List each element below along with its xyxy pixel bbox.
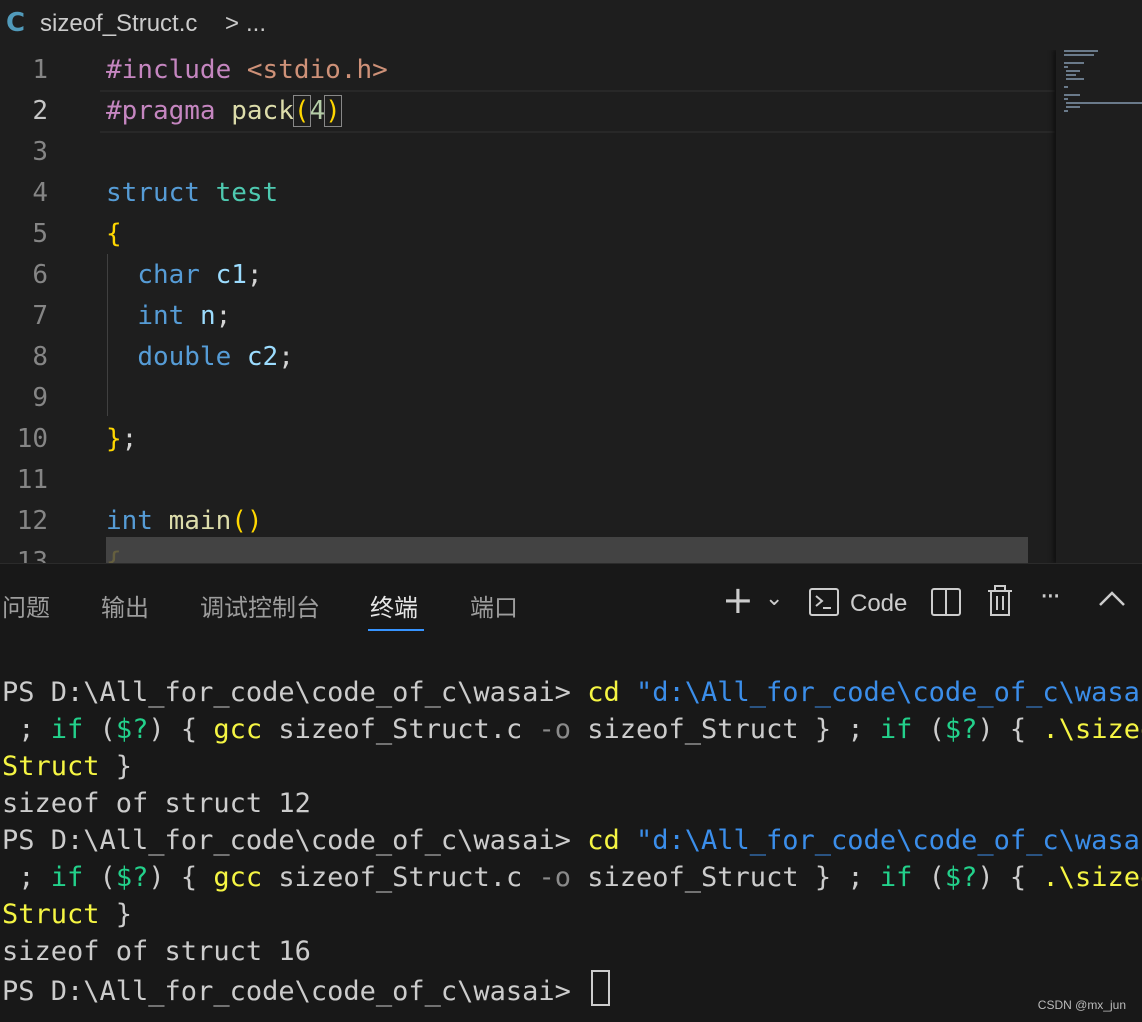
bottom-panel: 问题 输出 调试控制台 终端 端口 + ⌄ Code ··· PS D:\All…	[0, 563, 1142, 1022]
minimap-line	[1064, 94, 1080, 96]
collapse-panel-icon[interactable]	[1098, 590, 1126, 612]
terminal-line: sizeof of struct 12	[2, 788, 311, 819]
terminal-line: Struct }	[2, 899, 133, 930]
code-line[interactable]: 4 struct test	[0, 173, 1056, 214]
line-number: 3	[32, 137, 48, 167]
line-number: 9	[32, 383, 48, 413]
minimap-line	[1066, 106, 1080, 108]
code-text[interactable]: {	[106, 214, 122, 255]
tab-ports[interactable]: 端口	[470, 588, 518, 623]
code-text[interactable]: #pragma pack(4)	[106, 91, 342, 132]
add-terminal-icon[interactable]: +	[722, 578, 754, 622]
code-line[interactable]: 1 #include <stdio.h>	[0, 50, 1056, 91]
code-text[interactable]: int main()	[106, 501, 263, 542]
chevron-right-icon: >	[225, 10, 240, 37]
line-number: 10	[16, 424, 48, 454]
active-tab-indicator	[368, 629, 424, 631]
line-number: 6	[32, 260, 48, 290]
line-number: 4	[32, 178, 48, 208]
terminal-name[interactable]: Code	[850, 590, 907, 618]
code-text[interactable]: int n;	[106, 296, 231, 337]
minimap-line	[1066, 74, 1076, 76]
code-line[interactable]: 3	[0, 132, 1056, 173]
minimap-line	[1064, 66, 1068, 68]
code-text[interactable]: struct test	[106, 173, 278, 214]
minimap-line	[1064, 86, 1068, 88]
terminal-line: ; if ($?) { gcc sizeof_Struct.c -o sizeo…	[2, 862, 1142, 893]
line-number: 2	[32, 96, 48, 126]
code-line[interactable]: 6 char c1;	[0, 255, 1056, 296]
minimap[interactable]	[1056, 50, 1142, 563]
line-number: 1	[32, 55, 48, 85]
terminal-line: PS D:\All_for_code\code_of_c\wasai> cd "…	[2, 825, 1142, 856]
code-editor[interactable]: 1 #include <stdio.h> 2 #pragma pack(4) 3…	[0, 50, 1142, 563]
minimap-line	[1066, 102, 1142, 104]
breadcrumb-more[interactable]: ...	[246, 10, 266, 38]
line-number: 12	[16, 506, 48, 536]
split-terminal-icon[interactable]	[930, 586, 962, 622]
terminal-line: sizeof of struct 16	[2, 936, 311, 967]
c-language-icon: C	[6, 8, 26, 38]
line-number: 7	[32, 301, 48, 331]
minimap-line	[1066, 78, 1084, 80]
breadcrumb: C sizeof_Struct.c > ...	[0, 0, 1142, 50]
minimap-line	[1064, 54, 1094, 56]
code-line[interactable]: 5 {	[0, 214, 1056, 255]
code-text[interactable]: };	[106, 419, 137, 460]
code-line[interactable]: 7 int n;	[0, 296, 1056, 337]
horizontal-scrollbar[interactable]	[106, 537, 1028, 563]
chevron-down-icon[interactable]: ⌄	[765, 586, 783, 611]
terminal-line: Struct }	[2, 751, 133, 782]
minimap-line	[1064, 110, 1068, 112]
minimap-line	[1066, 70, 1080, 72]
code-line[interactable]: 10 };	[0, 419, 1056, 460]
code-line[interactable]: 11	[0, 460, 1056, 501]
terminal-line: PS D:\All_for_code\code_of_c\wasai> cd "…	[2, 677, 1142, 708]
minimap-line	[1064, 50, 1098, 52]
trash-icon[interactable]	[985, 584, 1015, 622]
line-number: 5	[32, 219, 48, 249]
code-text[interactable]: #include <stdio.h>	[106, 50, 388, 91]
watermark: CSDN @mx_jun	[1037, 998, 1126, 1012]
code-text[interactable]: char c1;	[106, 255, 262, 296]
minimap-line	[1064, 98, 1068, 100]
tab-debug-console[interactable]: 调试控制台	[200, 588, 320, 623]
code-text[interactable]: double c2;	[106, 337, 294, 378]
terminal-prompt[interactable]: PS D:\All_for_code\code_of_c\wasai>	[2, 970, 611, 1010]
line-number: 11	[16, 465, 48, 495]
tab-terminal[interactable]: 终端	[370, 588, 418, 623]
breadcrumb-file[interactable]: sizeof_Struct.c	[40, 10, 197, 38]
tab-problems[interactable]: 问题	[2, 588, 50, 623]
tab-output[interactable]: 输出	[101, 588, 149, 623]
code-line[interactable]: 8 double c2;	[0, 337, 1056, 378]
terminal-line: ; if ($?) { gcc sizeof_Struct.c -o sizeo…	[2, 714, 1142, 745]
terminal-cursor	[591, 970, 611, 1006]
minimap-line	[1064, 62, 1084, 64]
code-line[interactable]: 9	[0, 378, 1056, 419]
terminal-icon[interactable]	[808, 586, 840, 622]
line-number: 8	[32, 342, 48, 372]
code-line[interactable]: 12 int main()	[0, 501, 1056, 542]
code-line[interactable]: 2 #pragma pack(4)	[0, 91, 1056, 132]
line-number: 13	[16, 547, 48, 563]
more-actions-icon[interactable]: ···	[1040, 582, 1061, 612]
